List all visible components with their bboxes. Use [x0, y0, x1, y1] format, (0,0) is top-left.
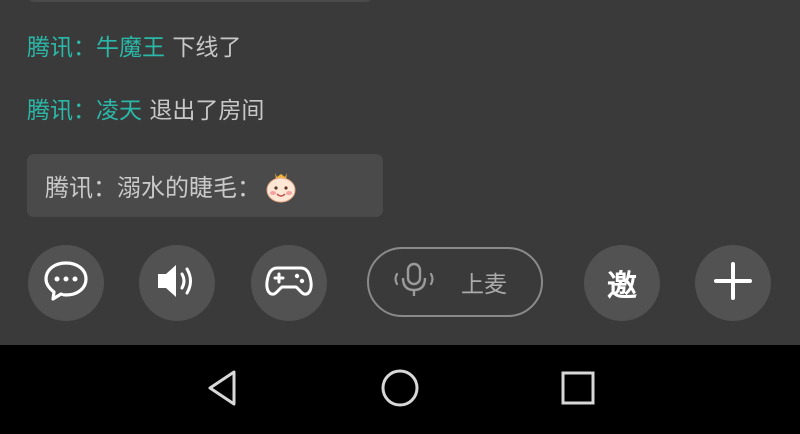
voice-room-screen: 腾讯：牛魔王 下线了 腾讯：凌天 退出了房间 腾讯：溺水的睫毛： 上麦 邀: [0, 0, 800, 434]
chat-button[interactable]: [28, 245, 104, 321]
take-mic-label: 上麦: [461, 272, 507, 298]
recent-apps-square-icon: [560, 370, 596, 410]
microphone-icon: [389, 260, 439, 304]
previous-message-bubble: [28, 0, 372, 2]
message-action: 下线了: [172, 35, 242, 61]
add-button[interactable]: [695, 245, 771, 321]
user-name[interactable]: 牛魔王: [96, 35, 165, 61]
chat-message-bubble: 腾讯：溺水的睫毛：: [27, 154, 383, 217]
message-separator: ：: [73, 35, 96, 61]
invite-button[interactable]: 邀: [584, 245, 660, 321]
gamepad-icon: [265, 263, 313, 303]
system-message: 腾讯：牛魔王 下线了: [27, 33, 241, 63]
invite-label: 邀: [607, 269, 637, 304]
chat-bubble-icon: [42, 259, 90, 307]
chat-message-text: 腾讯：溺水的睫毛：: [45, 174, 261, 202]
message-source: 腾讯: [27, 35, 73, 61]
user-name[interactable]: 凌天: [96, 98, 142, 124]
home-button[interactable]: [375, 365, 425, 415]
game-button[interactable]: [251, 245, 327, 321]
message-action: 退出了房间: [149, 98, 265, 124]
system-navigation-bar: [0, 345, 800, 434]
sound-button[interactable]: [139, 245, 215, 321]
speaker-icon: [154, 261, 200, 305]
recent-apps-button[interactable]: [553, 365, 603, 415]
baby-face-emoji-icon: [263, 168, 299, 204]
message-source: 腾讯: [27, 98, 73, 124]
back-button[interactable]: [197, 365, 247, 415]
plus-icon: [713, 261, 753, 305]
home-circle-icon: [380, 368, 420, 412]
back-triangle-icon: [204, 368, 240, 412]
system-message: 腾讯：凌天 退出了房间: [27, 96, 264, 126]
take-mic-button[interactable]: 上麦: [367, 247, 543, 317]
message-separator: ：: [73, 98, 96, 124]
